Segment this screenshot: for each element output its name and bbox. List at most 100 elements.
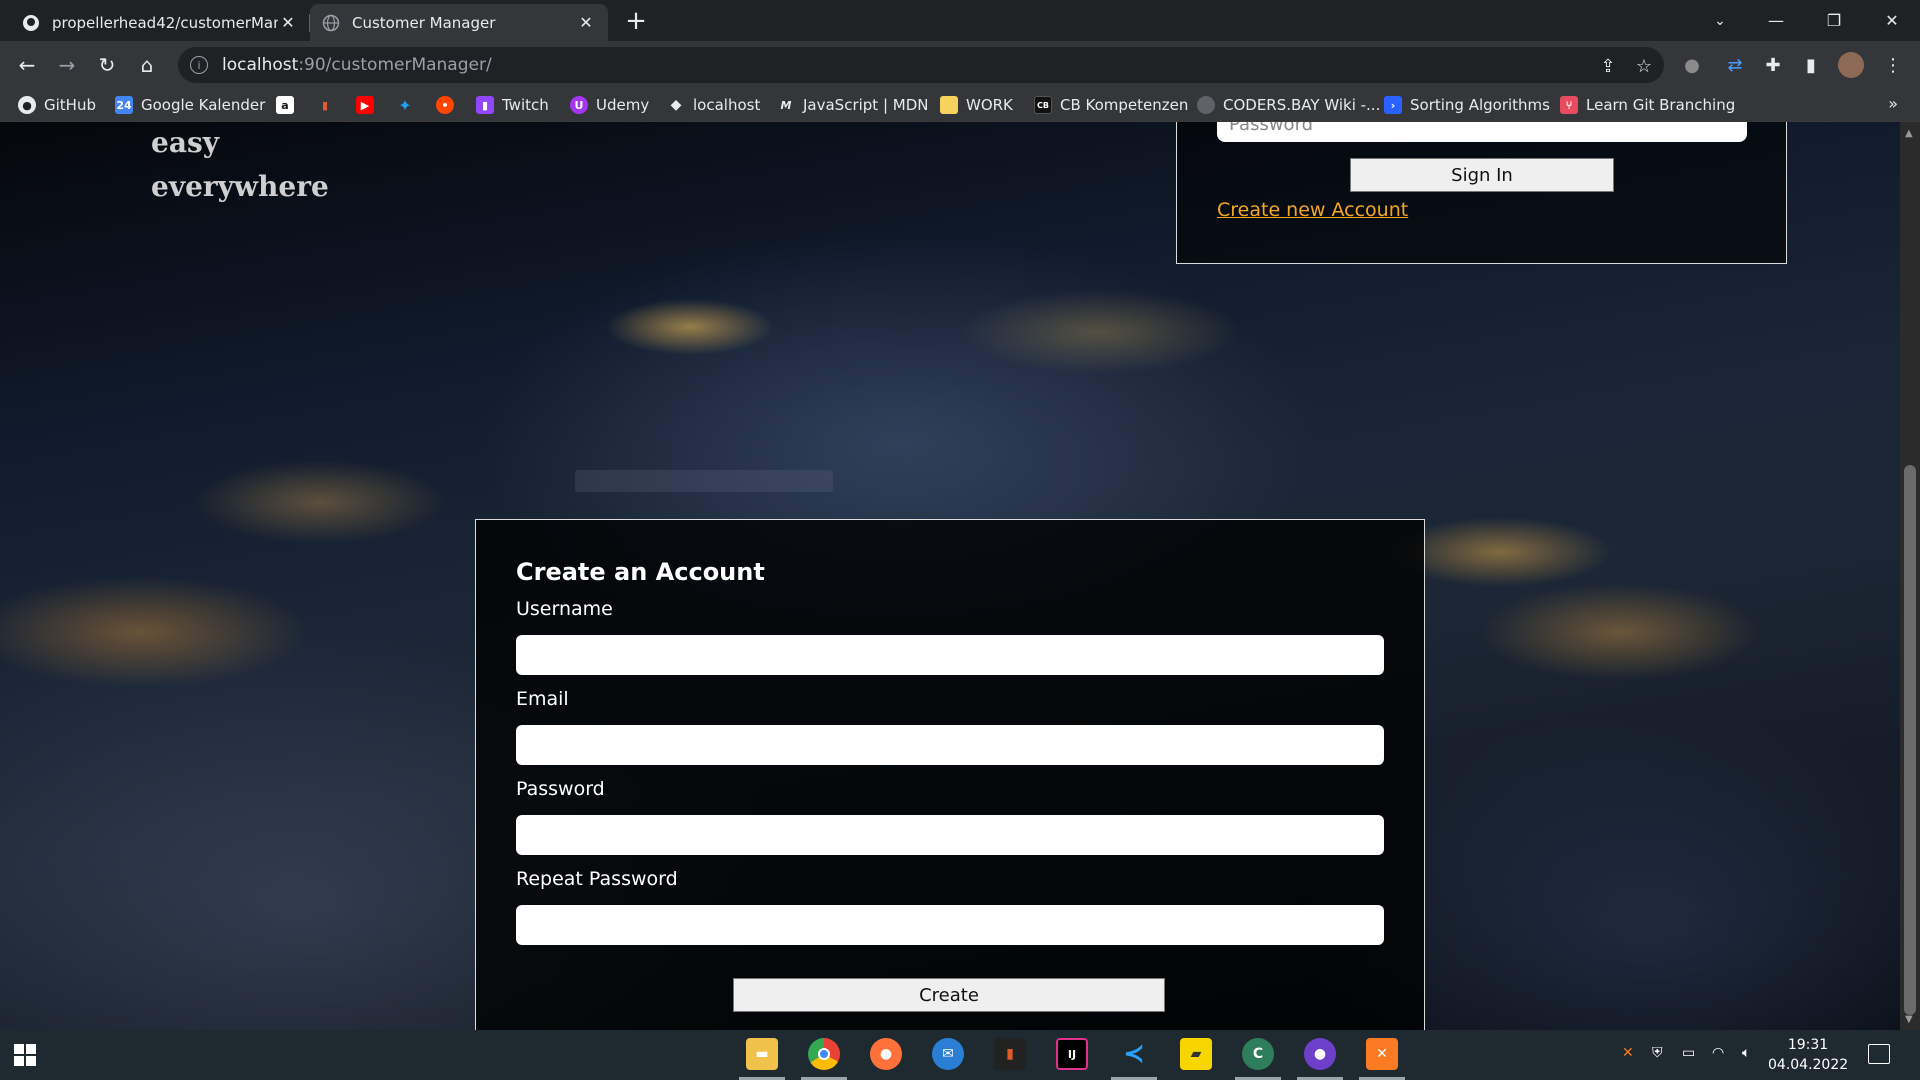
password-input[interactable]: Password bbox=[1217, 122, 1747, 142]
intellij-icon[interactable]: IJ bbox=[1056, 1038, 1088, 1070]
password-label: Password bbox=[516, 778, 605, 800]
reload-button[interactable]: ↻ bbox=[91, 49, 123, 81]
bookmarks-overflow-icon[interactable]: » bbox=[1888, 94, 1898, 113]
globe-icon bbox=[1197, 96, 1215, 114]
username-label: Username bbox=[516, 598, 613, 620]
bookmark-learn-git-branching[interactable]: ⑂ Learn Git Branching bbox=[1560, 95, 1735, 115]
bookmark-github[interactable]: ● GitHub bbox=[18, 95, 96, 115]
scroll-up-icon[interactable]: ▲ bbox=[1905, 128, 1913, 139]
email-label: Email bbox=[516, 688, 569, 710]
bookmark-reddit[interactable]: • bbox=[436, 95, 462, 115]
tab-github[interactable]: propellerhead42/customerManager ✕ bbox=[10, 4, 310, 41]
tab-search-icon[interactable]: ⌄ bbox=[1694, 0, 1746, 41]
youtube-icon: ▶ bbox=[356, 96, 374, 114]
file-explorer-icon[interactable]: ▬ bbox=[746, 1038, 778, 1070]
github-icon bbox=[22, 14, 40, 32]
github-desktop-icon[interactable]: ● bbox=[1304, 1038, 1336, 1070]
scrollbar-thumb[interactable] bbox=[1904, 465, 1916, 1015]
windows-taskbar: ▬ ● ✉ ▮ IJ ≺ ▰ C ● ✕ ✕ ⛨ ▭ ◠ 🔈︎ 19:31 04… bbox=[0, 1030, 1920, 1080]
bookmark-codersbay-wiki[interactable]: CODERS.BAY Wiki -... bbox=[1197, 95, 1380, 115]
new-tab-button[interactable]: + bbox=[620, 8, 652, 36]
bookmarks-bar: ● GitHub 24 Google Kalender a ▮ ▶ ✦ • ▮ Twi… bbox=[0, 88, 1920, 122]
wifi-icon[interactable]: ◠ bbox=[1712, 1045, 1724, 1061]
repeat-password-label: Repeat Password bbox=[516, 868, 678, 890]
username-input[interactable] bbox=[516, 635, 1384, 675]
side-panel-icon[interactable]: ▮ bbox=[1798, 52, 1824, 78]
bookmark-cb-kompetenzen[interactable]: CB CB Kompetenzen bbox=[1034, 95, 1188, 115]
app-icon[interactable]: C bbox=[1242, 1038, 1274, 1070]
close-window-button[interactable]: ✕ bbox=[1866, 0, 1918, 41]
restore-button[interactable]: ❐ bbox=[1808, 0, 1860, 41]
folder-icon bbox=[940, 96, 958, 114]
create-button[interactable]: Create bbox=[733, 978, 1165, 1012]
page-scrollbar[interactable]: ▲ ▼ bbox=[1900, 122, 1920, 1030]
bookmark-star-icon[interactable]: ☆ bbox=[1634, 56, 1654, 77]
globe-icon bbox=[322, 14, 340, 32]
xampp-icon[interactable]: ✕ bbox=[1366, 1038, 1398, 1070]
udemy-icon: U bbox=[570, 96, 588, 114]
security-shield-icon[interactable]: ⛨ bbox=[1652, 1045, 1663, 1061]
bookmark-chart[interactable]: ▮ bbox=[316, 95, 342, 115]
deezer-icon[interactable]: ▮ bbox=[994, 1038, 1026, 1070]
windows-start-icon[interactable] bbox=[14, 1044, 36, 1066]
avatar[interactable] bbox=[1838, 52, 1864, 78]
twitch-icon: ▮ bbox=[476, 96, 494, 114]
xampp-tray-icon[interactable]: ✕ bbox=[1622, 1045, 1634, 1061]
bookmark-amazon[interactable]: a bbox=[276, 95, 302, 115]
bookmark-sorting-algorithms[interactable]: › Sorting Algorithms bbox=[1384, 95, 1550, 115]
translate-extension-icon[interactable]: ⇄ bbox=[1722, 52, 1748, 78]
bookmark-google-kalender[interactable]: 24 Google Kalender bbox=[115, 95, 265, 115]
create-account-link[interactable]: Create new Account bbox=[1217, 199, 1408, 221]
chrome-icon[interactable] bbox=[808, 1038, 840, 1070]
address-bar[interactable]: i localhost:90/customerManager/ ⇪ ☆ bbox=[178, 47, 1664, 83]
git-icon: ⑂ bbox=[1560, 96, 1578, 114]
cb-icon: CB bbox=[1034, 96, 1052, 114]
share-icon[interactable]: ⇪ bbox=[1598, 56, 1618, 77]
bookmark-localhost[interactable]: ◆ localhost bbox=[667, 95, 761, 115]
system-clock[interactable]: 19:31 04.04.2022 bbox=[1768, 1035, 1848, 1075]
minimize-button[interactable]: — bbox=[1750, 0, 1802, 41]
amazon-icon: a bbox=[276, 96, 294, 114]
password-input[interactable] bbox=[516, 815, 1384, 855]
extensions-puzzle-icon[interactable]: ✚ bbox=[1760, 52, 1786, 78]
bookmark-twitch[interactable]: ▮ Twitch bbox=[476, 95, 549, 115]
forward-button[interactable]: → bbox=[51, 49, 83, 81]
battery-icon[interactable]: ▭ bbox=[1682, 1045, 1695, 1061]
menu-kebab-icon[interactable]: ⋮ bbox=[1880, 52, 1906, 78]
sticky-notes-icon[interactable]: ▰ bbox=[1180, 1038, 1212, 1070]
login-panel: Password Sign In Create new Account bbox=[1176, 122, 1787, 264]
repeat-password-input[interactable] bbox=[516, 905, 1384, 945]
notification-center-icon[interactable] bbox=[1868, 1044, 1890, 1064]
volume-icon[interactable]: 🔈︎ bbox=[1742, 1045, 1750, 1061]
bookmark-twitter[interactable]: ✦ bbox=[396, 95, 422, 115]
thunderbird-icon[interactable]: ✉ bbox=[932, 1038, 964, 1070]
close-tab-icon[interactable]: ✕ bbox=[576, 13, 596, 33]
url-text: localhost:90/customerManager/ bbox=[222, 55, 492, 75]
back-button[interactable]: ← bbox=[11, 49, 43, 81]
github-icon: ● bbox=[18, 96, 36, 114]
tab-title: Customer Manager bbox=[352, 13, 496, 32]
sign-in-button[interactable]: Sign In bbox=[1350, 158, 1614, 192]
firefox-icon[interactable]: ● bbox=[870, 1038, 902, 1070]
sort-icon: › bbox=[1384, 96, 1402, 114]
graduation-cap-icon: ◆ bbox=[670, 97, 682, 113]
site-info-icon[interactable]: i bbox=[190, 56, 208, 74]
bookmark-youtube[interactable]: ▶ bbox=[356, 95, 382, 115]
tab-strip: propellerhead42/customerManager ✕ Custom… bbox=[0, 0, 1920, 41]
close-tab-icon[interactable]: ✕ bbox=[278, 13, 298, 33]
tab-title: propellerhead42/customerManager bbox=[52, 13, 278, 32]
create-account-title: Create an Account bbox=[516, 558, 765, 586]
bookmark-udemy[interactable]: U Udemy bbox=[570, 95, 649, 115]
bookmark-mdn[interactable]: M JavaScript | MDN bbox=[777, 95, 929, 115]
extension-icon[interactable]: ● bbox=[1679, 52, 1705, 78]
tab-customer-manager[interactable]: Customer Manager ✕ bbox=[310, 4, 608, 41]
scroll-down-icon[interactable]: ▼ bbox=[1905, 1014, 1913, 1025]
tagline-line-1: easy bbox=[151, 126, 219, 159]
home-button[interactable]: ⌂ bbox=[131, 49, 163, 81]
vscode-icon[interactable]: ≺ bbox=[1118, 1038, 1150, 1070]
chart-icon: ▮ bbox=[321, 98, 329, 112]
email-input[interactable] bbox=[516, 725, 1384, 765]
clock-date: 04.04.2022 bbox=[1768, 1057, 1849, 1073]
reddit-icon: • bbox=[436, 96, 454, 114]
bookmark-work-folder[interactable]: WORK bbox=[940, 95, 1013, 115]
